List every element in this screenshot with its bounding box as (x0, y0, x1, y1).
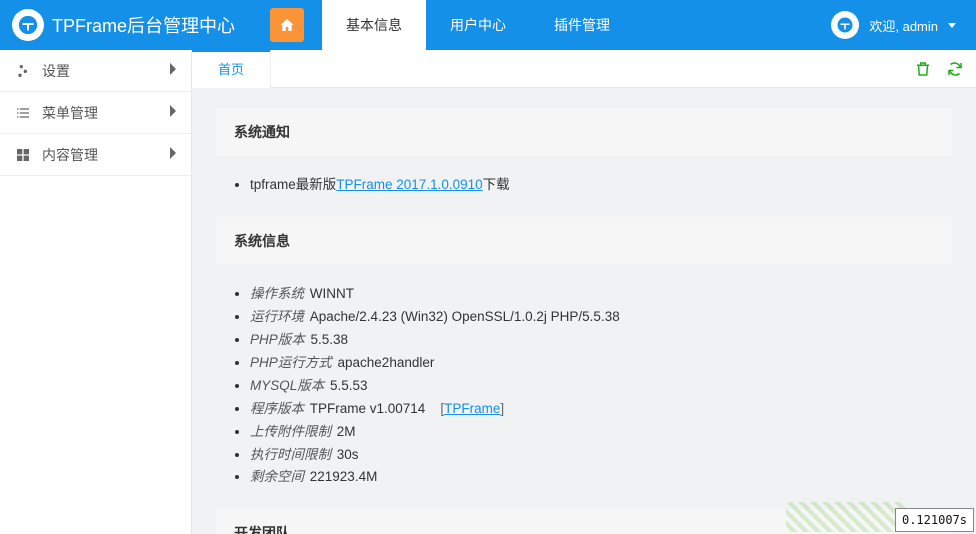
list-item: PHP运行方式 apache2handler (250, 352, 946, 375)
chevron-right-icon (169, 63, 177, 78)
tabbar-actions (914, 60, 964, 78)
sysinfo-value: 30s (337, 447, 359, 462)
brand-title: TPFrame后台管理中心 (52, 12, 235, 38)
content-area: 首页 系统通知 tpframe最新版TPFrame 2017.1.0.0910下… (192, 50, 976, 534)
list-item: 剩余空间 221923.4M (250, 466, 946, 489)
list-item: 上传附件限制 2M (250, 421, 946, 444)
sysinfo-label: PHP版本 (250, 332, 309, 347)
page-tab-home[interactable]: 首页 (192, 50, 271, 88)
sysinfo-value: 2M (337, 424, 356, 439)
home-button[interactable] (270, 8, 304, 42)
panel-title-sysinfo: 系统信息 (216, 217, 952, 265)
sysinfo-label: 操作系统 (250, 286, 308, 301)
panel-title-notice: 系统通知 (216, 108, 952, 156)
sidebar-item-menu-manage[interactable]: 菜单管理 (0, 92, 191, 134)
page-tabbar: 首页 (192, 50, 976, 88)
sysinfo-value: 5.5.53 (330, 378, 368, 393)
brand-logo-icon (12, 9, 44, 41)
sysinfo-label: 执行时间限制 (250, 447, 335, 462)
brand-area: TPFrame后台管理中心 (0, 9, 260, 41)
list-item: 程序版本 TPFrame v1.00714 [TPFrame] (250, 398, 946, 421)
sysinfo-label: 剩余空间 (250, 469, 308, 484)
trash-icon (914, 60, 932, 78)
nav-tab-plugin-manage[interactable]: 插件管理 (530, 0, 634, 50)
refresh-icon (946, 60, 964, 78)
notice-prefix: tpframe最新版 (250, 177, 336, 192)
list-item: MYSQL版本 5.5.53 (250, 375, 946, 398)
nav-tab-basic-info[interactable]: 基本信息 (322, 0, 426, 50)
list-item: 运行环境 Apache/2.4.23 (Win32) OpenSSL/1.0.2… (250, 306, 946, 329)
sysinfo-label: PHP运行方式 (250, 355, 336, 370)
notice-suffix: 下载 (483, 177, 510, 192)
sysinfo-label: 程序版本 (250, 401, 308, 416)
list-item: PHP版本 5.5.38 (250, 329, 946, 352)
sysinfo-label: 运行环境 (250, 309, 308, 324)
sidebar: 设置 菜单管理 内容管理 (0, 50, 192, 534)
panel-body-notice: tpframe最新版TPFrame 2017.1.0.0910下载 (216, 170, 952, 217)
notice-link[interactable]: TPFrame 2017.1.0.0910 (336, 177, 482, 192)
close-tabs-button[interactable] (914, 60, 932, 78)
user-menu[interactable]: 欢迎, admin (831, 11, 976, 39)
sidebar-item-label: 设置 (42, 61, 169, 81)
sidebar-item-label: 菜单管理 (42, 103, 169, 123)
caret-down-icon (948, 23, 956, 28)
list-item: tpframe最新版TPFrame 2017.1.0.0910下载 (250, 174, 946, 197)
home-icon (279, 17, 295, 33)
chevron-right-icon (169, 147, 177, 162)
list-icon (14, 105, 32, 121)
sysinfo-link[interactable]: TPFrame (444, 401, 500, 416)
user-welcome-text: 欢迎, admin (869, 16, 938, 35)
sysinfo-value: apache2handler (338, 355, 435, 370)
main-scroll-area[interactable]: 系统通知 tpframe最新版TPFrame 2017.1.0.0910下载 系… (192, 88, 976, 534)
list-item: 操作系统 WINNT (250, 283, 946, 306)
watermark (786, 502, 906, 532)
sysinfo-label: MYSQL版本 (250, 378, 328, 393)
user-avatar-icon (831, 11, 859, 39)
top-header: TPFrame后台管理中心 基本信息 用户中心 插件管理 欢迎, admin (0, 0, 976, 50)
sysinfo-value: 5.5.38 (311, 332, 349, 347)
sysinfo-label: 上传附件限制 (250, 424, 335, 439)
sidebar-item-label: 内容管理 (42, 145, 169, 165)
timer-badge: 0.121007s (895, 508, 974, 532)
grid-icon (14, 147, 32, 163)
sysinfo-value: WINNT (310, 286, 354, 301)
nav-tab-user-center[interactable]: 用户中心 (426, 0, 530, 50)
sidebar-item-content-manage[interactable]: 内容管理 (0, 134, 191, 176)
sysinfo-value: Apache/2.4.23 (Win32) OpenSSL/1.0.2j PHP… (310, 309, 620, 324)
sidebar-item-settings[interactable]: 设置 (0, 50, 191, 92)
refresh-button[interactable] (946, 60, 964, 78)
panel-body-sysinfo: 操作系统 WINNT运行环境 Apache/2.4.23 (Win32) Ope… (216, 279, 952, 509)
sysinfo-value: TPFrame v1.00714 (310, 401, 426, 416)
chevron-right-icon (169, 105, 177, 120)
header-nav: 基本信息 用户中心 插件管理 (322, 0, 634, 50)
cogs-icon (14, 63, 32, 79)
sysinfo-value: 221923.4M (310, 469, 378, 484)
list-item: 执行时间限制 30s (250, 444, 946, 467)
